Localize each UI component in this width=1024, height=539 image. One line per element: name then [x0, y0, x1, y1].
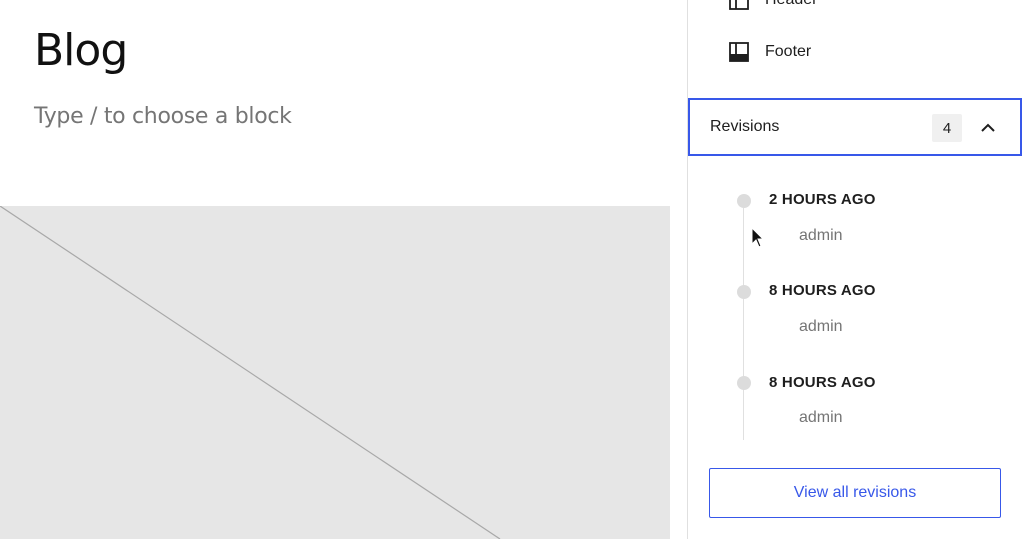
block-placeholder[interactable]: Type / to choose a block: [34, 102, 292, 132]
revision-author: admin: [799, 318, 843, 335]
mouse-cursor-icon: [751, 227, 765, 248]
revision-dot-icon: [737, 285, 751, 299]
view-all-revisions-button[interactable]: View all revisions: [709, 468, 1001, 518]
revision-time[interactable]: 8 HOURS AGO: [769, 374, 876, 391]
revision-dot-icon: [737, 376, 751, 390]
footer-icon: [728, 41, 750, 63]
revisions-panel-toggle[interactable]: Revisions 4: [688, 98, 1022, 156]
page-title[interactable]: Blog: [34, 24, 128, 78]
header-icon: [728, 0, 750, 11]
settings-sidebar: Header Footer Revisions 4 2 HOURS AGO ad…: [687, 0, 1024, 539]
revision-author: admin: [799, 409, 843, 426]
nav-item-footer[interactable]: Footer: [728, 38, 811, 66]
nav-item-header[interactable]: Header: [728, 0, 817, 14]
editor-canvas: Blog Type / to choose a block: [0, 0, 670, 539]
sidebar-gutter: [670, 0, 687, 539]
revision-time[interactable]: 8 HOURS AGO: [769, 282, 876, 299]
revisions-count-badge: 4: [932, 114, 962, 142]
revision-dot-icon: [737, 194, 751, 208]
nav-item-label: Header: [765, 0, 817, 9]
chevron-up-icon[interactable]: [976, 116, 1000, 140]
revision-time[interactable]: 2 HOURS AGO: [769, 191, 876, 208]
nav-item-label: Footer: [765, 43, 812, 60]
revisions-timeline: [743, 208, 744, 440]
revision-author: admin: [799, 227, 843, 244]
image-placeholder[interactable]: [0, 206, 670, 539]
revisions-title: Revisions: [710, 118, 780, 135]
placeholder-diagonal-icon: [0, 206, 501, 539]
